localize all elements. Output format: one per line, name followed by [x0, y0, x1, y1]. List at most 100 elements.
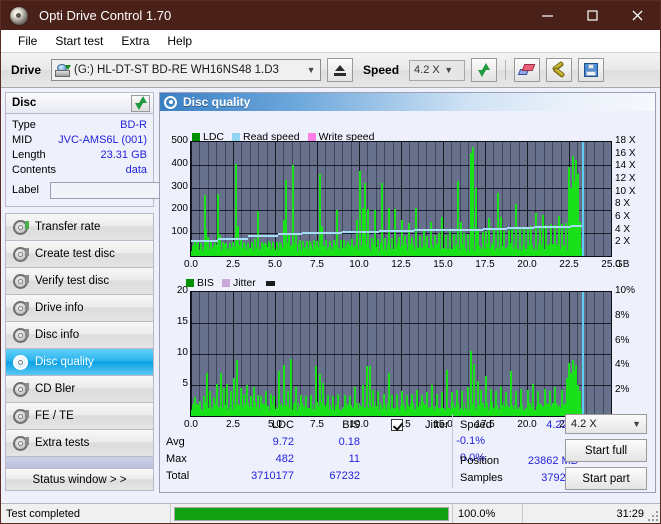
close-button[interactable]	[615, 1, 660, 30]
action-buttons: 4.2 X ▼ Start full Start part	[565, 414, 647, 490]
x-axis-unit-label: GB	[615, 259, 630, 270]
drive-select-value: (G:) HL-DT-ST BD-RE WH16NS48 1.D3	[74, 64, 279, 76]
ldc-chart-legend: LDC Read speed Write speed	[192, 131, 379, 143]
sidebar-item-create-test-disc[interactable]: Create test disc	[6, 241, 153, 268]
disc-refresh-button[interactable]	[131, 94, 150, 112]
resize-grip-icon[interactable]	[646, 509, 658, 521]
app-disc-icon	[9, 5, 29, 26]
progress-track	[174, 506, 449, 521]
sidebar-item-cd-bler[interactable]: CD Bler	[6, 376, 153, 403]
disc-label-row: Label	[12, 179, 258, 201]
sidebar-nav: Transfer rate Create test disc Verify te…	[5, 213, 154, 469]
stats-avg-bis: 0.18	[338, 435, 360, 448]
drive-select[interactable]: (G:) HL-DT-ST BD-RE WH16NS48 1.D3 ▼	[51, 59, 322, 81]
legend-label-bis: BIS	[197, 277, 214, 289]
stats-table: LDC BIS Avg 9.72 0.18 Max 482 11 Total 3…	[166, 416, 364, 484]
x-tick-label: 2.5	[226, 259, 240, 270]
menu-help[interactable]: Help	[158, 32, 201, 50]
bis-plot-area[interactable]	[190, 291, 612, 417]
sidebar-item-label: Transfer rate	[35, 221, 101, 233]
page-title: Disc quality	[183, 95, 251, 109]
chart-bars	[191, 292, 611, 416]
sidebar-item-transfer-rate[interactable]: Transfer rate	[6, 214, 153, 241]
stats-row-label: Avg	[166, 435, 185, 448]
disc-panel-header: Disc	[6, 93, 153, 114]
save-button[interactable]	[578, 58, 605, 82]
status-bar: Test completed 100.0% 31:29	[1, 503, 660, 523]
progress-percent: 100.0%	[453, 503, 523, 523]
status-window-button[interactable]: Status window > >	[5, 469, 154, 491]
y2-tick-label: 14 X	[615, 160, 636, 172]
disc-quality-icon	[164, 95, 177, 109]
stats-divider	[452, 414, 453, 488]
test-speed-value: 4.2 X	[571, 418, 597, 430]
stats-max-bis: 11	[348, 452, 360, 465]
stats-row-label: Total	[166, 469, 190, 482]
x-tick-label: 5.0	[268, 259, 282, 270]
refresh-button[interactable]	[471, 58, 498, 82]
y2-tick-label: 6%	[615, 334, 630, 346]
x-tick-label: 12.5	[391, 259, 411, 270]
jitter-checkbox[interactable]	[391, 418, 403, 431]
window-title: Opti Drive Control 1.70	[39, 8, 172, 23]
start-part-button[interactable]: Start part	[565, 467, 647, 490]
speed-select[interactable]: 4.2 X ▼	[409, 59, 466, 81]
legend-swatch-ldc	[192, 133, 200, 141]
menu-file[interactable]: File	[9, 32, 46, 50]
drive-icon	[55, 63, 72, 77]
fe-te-icon	[13, 408, 29, 424]
start-full-button[interactable]: Start full	[565, 439, 647, 462]
ldc-plot-area[interactable]	[190, 141, 612, 257]
legend-label-read-speed: Read speed	[243, 131, 300, 143]
disc-type-label: Type	[12, 118, 36, 131]
app-window: Opti Drive Control 1.70 File Start test …	[0, 0, 661, 524]
disc-length-label: Length	[12, 148, 46, 161]
maximize-button[interactable]	[570, 1, 615, 30]
disc-contents-label: Contents	[12, 163, 57, 176]
y-tick-label: 500	[171, 135, 188, 146]
y-tick-label: 10	[176, 347, 188, 358]
menu-start-test[interactable]: Start test	[46, 32, 112, 50]
x-tick-label: 0.0	[184, 259, 198, 270]
sidebar-item-extra-tests[interactable]: Extra tests	[6, 430, 153, 457]
sidebar-item-drive-info[interactable]: Drive info	[6, 295, 153, 322]
minimize-button[interactable]	[525, 1, 570, 30]
legend-item-read-speed: Read speed	[232, 131, 300, 143]
stats-max-ldc: 482	[275, 452, 294, 465]
disc-contents-value: data	[125, 163, 147, 176]
x-tick-label: 7.5	[310, 259, 324, 270]
y-tick-label: 100	[171, 226, 188, 238]
progress-fill	[175, 507, 448, 520]
menu-extra[interactable]: Extra	[112, 32, 158, 50]
legend-marker-block	[265, 280, 275, 286]
sidebar-item-disc-info[interactable]: Disc info	[6, 322, 153, 349]
tools-button[interactable]	[546, 58, 573, 82]
stats-col-bis: BIS	[342, 418, 360, 431]
sidebar-item-label: Extra tests	[35, 437, 90, 449]
sidebar-item-verify-test-disc[interactable]: Verify test disc	[6, 268, 153, 295]
sidebar-item-label: Drive info	[35, 302, 84, 314]
legend-label-ldc: LDC	[203, 131, 225, 143]
disc-mid-value: JVC-AMS6L (001)	[58, 133, 147, 146]
disc-row-mid: MID JVC-AMS6L (001)	[12, 132, 147, 147]
stats-panel: LDC BIS Avg 9.72 0.18 Max 482 11 Total 3…	[160, 412, 655, 492]
disc-info-panel: Disc Type BD-R MID JVC-AMS6L (001) Lengt…	[5, 92, 258, 207]
jitter-label: Jitter	[425, 418, 449, 431]
chevron-down-icon: ▼	[306, 65, 316, 75]
test-speed-select[interactable]: 4.2 X ▼	[565, 414, 647, 434]
end-of-test-marker	[582, 292, 584, 416]
refresh-icon	[134, 96, 148, 110]
disc-verify-icon	[13, 273, 29, 289]
legend-label-write-speed: Write speed	[318, 131, 375, 143]
x-tick-label: 20.0	[517, 259, 537, 270]
sidebar-item-disc-quality[interactable]: Disc quality	[6, 349, 153, 376]
sidebar-item-label: CD Bler	[35, 383, 76, 395]
sidebar-item-label: Verify test disc	[35, 275, 110, 287]
sidebar-item-fe-te[interactable]: FE / TE	[6, 403, 153, 430]
x-tick-label: 15.0	[433, 259, 453, 270]
erase-button[interactable]	[514, 58, 541, 82]
sidebar: Disc Type BD-R MID JVC-AMS6L (001) Lengt…	[1, 88, 258, 499]
eject-button[interactable]	[327, 58, 354, 82]
legend-label-jitter: Jitter	[232, 277, 256, 289]
menu-bar: File Start test Extra Help	[1, 30, 660, 52]
